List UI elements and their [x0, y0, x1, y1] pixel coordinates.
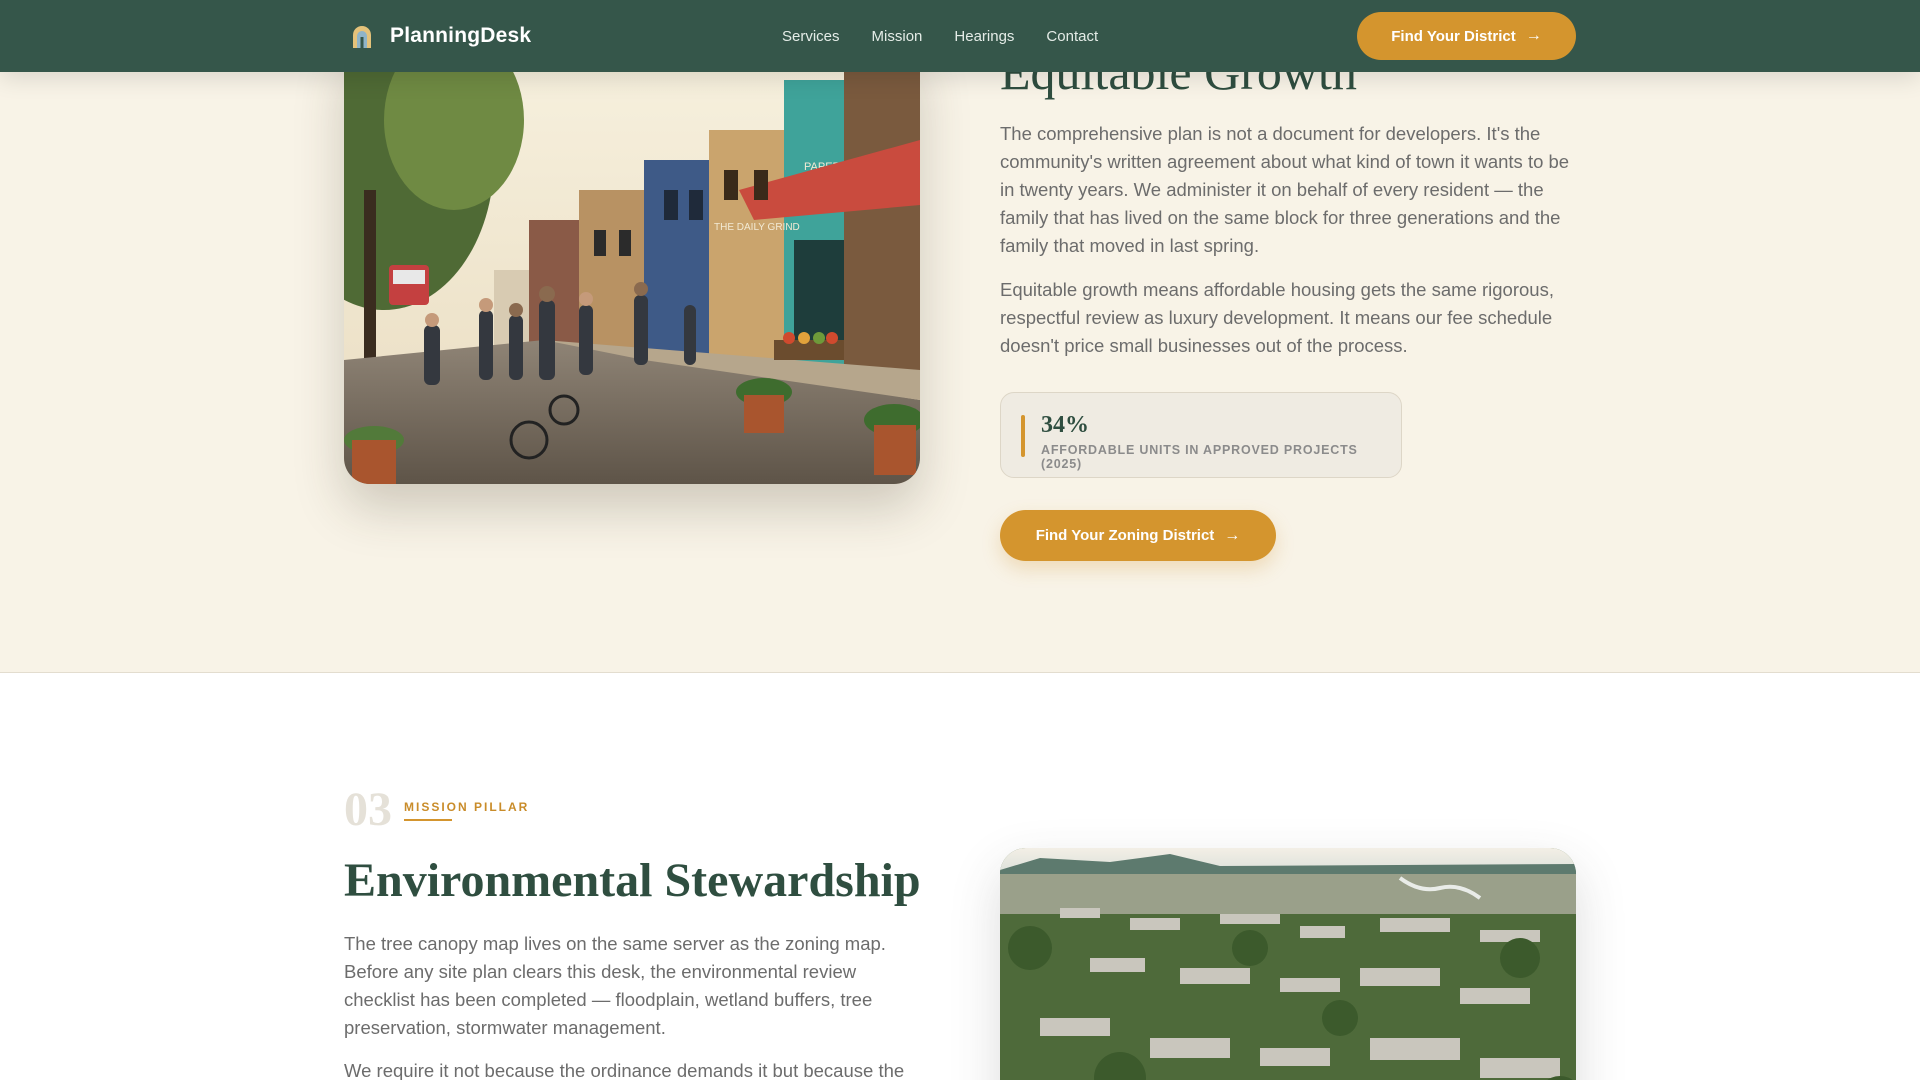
affordable-units-stat-card: 34% AFFORDABLE UNITS IN APPROVED PROJECT…	[1000, 392, 1402, 478]
arrow-right-icon: →	[1224, 526, 1241, 544]
main-street-photo: PAPERBACK PARADISE THE DAILY GRIND	[344, 40, 920, 484]
equitable-paragraph-2: Equitable growth means affordable housin…	[1000, 279, 1554, 356]
brand[interactable]: PlanningDesk	[348, 0, 531, 72]
environmental-stewardship-title: Environmental Stewardship	[344, 854, 921, 907]
stat-label: AFFORDABLE UNITS IN APPROVED PROJECTS (2…	[1041, 443, 1358, 471]
find-zoning-district-label: Find Your Zoning District	[1035, 527, 1215, 544]
nav-hearings[interactable]: Hearings	[954, 28, 1014, 45]
equitable-growth-section: PAPERBACK PARADISE THE DAILY GRIND	[0, 0, 1920, 673]
find-district-label: Find Your District	[1391, 27, 1516, 45]
pillar-eyebrow: MISSION PILLAR	[404, 800, 530, 814]
arrow-right-icon: →	[1525, 27, 1542, 44]
site-header: PlanningDesk Services Mission Hearings C…	[0, 0, 1920, 72]
equitable-paragraph-1: The comprehensive plan is not a document…	[1000, 123, 1570, 256]
find-district-button[interactable]: Find Your District →	[1357, 12, 1576, 60]
nav-contact[interactable]: Contact	[1046, 28, 1098, 45]
environment-paragraph-2: We require it not because the ordinance …	[344, 1060, 905, 1080]
pillar-number: 03	[344, 783, 392, 836]
main-nav: Services Mission Hearings Contact	[782, 0, 1098, 72]
pillar-underline	[404, 819, 452, 821]
environment-paragraph-1: The tree canopy map lives on the same se…	[344, 933, 886, 1038]
brand-name: PlanningDesk	[390, 24, 532, 47]
find-zoning-district-button[interactable]: Find Your Zoning District →	[1000, 510, 1276, 561]
arch-icon	[353, 26, 371, 48]
stat-value: 34%	[1041, 412, 1089, 438]
nav-mission[interactable]: Mission	[872, 28, 923, 45]
nav-services[interactable]: Services	[782, 28, 840, 45]
aerial-town-photo	[1000, 848, 1576, 1080]
storefront-sign-grind: THE DAILY GRIND	[714, 222, 800, 233]
stat-accent-bar	[1021, 415, 1025, 457]
